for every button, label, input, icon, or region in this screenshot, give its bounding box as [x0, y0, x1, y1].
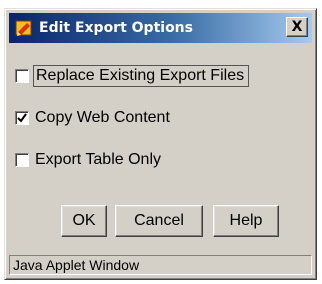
option-label-copy-web-content: Copy Web Content [35, 109, 170, 126]
title-bar[interactable]: Edit Export Options X [9, 13, 312, 43]
help-button[interactable]: Help [213, 205, 279, 237]
close-icon: X [291, 19, 303, 35]
cancel-button[interactable]: Cancel [115, 205, 203, 237]
option-replace-existing[interactable]: Replace Existing Export Files [15, 65, 250, 87]
checkbox-export-table-only[interactable] [15, 153, 29, 167]
ok-button[interactable]: OK [61, 205, 107, 237]
dialog-title: Edit Export Options [39, 20, 193, 36]
option-copy-web-content[interactable]: Copy Web Content [15, 107, 170, 129]
status-bar: Java Applet Window [9, 255, 312, 275]
checkmark-icon [17, 113, 27, 123]
checkbox-replace-existing[interactable] [15, 69, 29, 83]
applet-icon [15, 19, 33, 37]
edit-export-options-dialog: Edit Export Options X Replace Existing E… [4, 8, 317, 280]
checkbox-copy-web-content[interactable] [15, 111, 29, 125]
option-export-table-only[interactable]: Export Table Only [15, 149, 161, 171]
option-label-export-table-only: Export Table Only [35, 151, 161, 168]
option-label-replace-existing: Replace Existing Export Files [33, 65, 250, 87]
close-button[interactable]: X [286, 17, 308, 37]
